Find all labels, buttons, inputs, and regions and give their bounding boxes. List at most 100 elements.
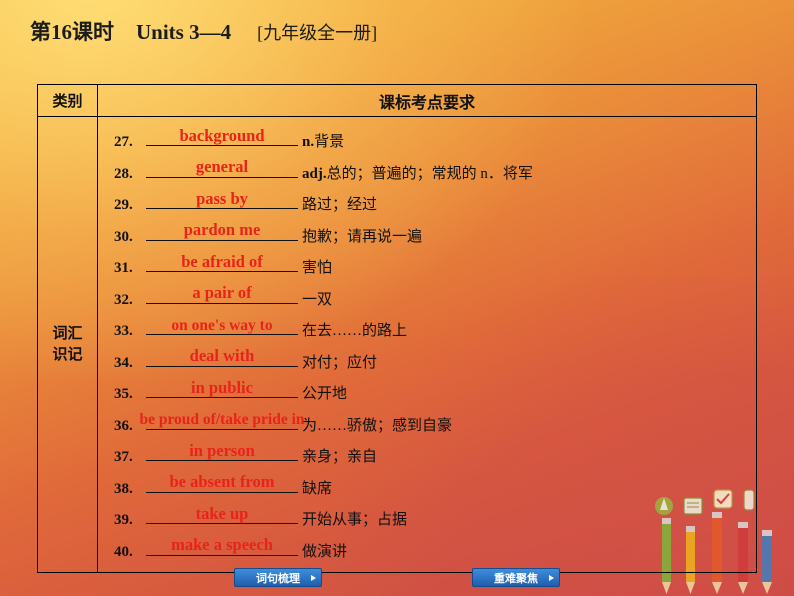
table-row: 38. be absent from 缺席: [98, 472, 756, 504]
row-number: 40.: [114, 543, 133, 560]
answer-text: general: [195, 157, 249, 176]
column-header-requirement: 课标考点要求: [378, 94, 475, 112]
book-label: [九年级全一册]: [257, 23, 378, 43]
row-meaning: 亲身；亲自: [302, 445, 377, 466]
units-title: Units 3—4: [136, 20, 232, 44]
meaning-text: 背景: [314, 134, 345, 150]
table-row: 36. be proud of/take pride in 为……骄傲；感到自豪: [98, 409, 756, 441]
table-row: 30. pardon me 抱歉；请再说一遍: [98, 220, 756, 252]
meaning-text: 在去……的路上: [302, 323, 408, 339]
answer-blank: be afraid of: [146, 251, 298, 272]
table-row: 28. general adj.总的；普遍的；常规的 n．将军: [98, 157, 756, 189]
answer-text: in public: [191, 377, 253, 397]
row-meaning: 做演讲: [302, 540, 347, 561]
meaning-text: 缺席: [302, 480, 333, 497]
table-row: 40. make a speech 做演讲: [98, 535, 756, 567]
meaning-text: 为……骄傲；感到自豪: [302, 417, 453, 434]
answer-blank: background: [146, 125, 298, 146]
table-row: 35. in public 公开地: [98, 377, 756, 409]
row-meaning: 开始从事；占据: [302, 508, 407, 529]
table-row: 29. pass by 路过；经过: [98, 188, 756, 220]
answer-blank: be proud of/take pride in: [139, 409, 305, 430]
entry-list: 27. background n.背景 28. general adj.总的；普…: [98, 117, 756, 572]
row-meaning: 在去……的路上: [302, 319, 407, 340]
answer-blank: on one's way to: [146, 314, 298, 335]
answer-blank: pardon me: [146, 220, 298, 241]
row-number: 38.: [114, 480, 133, 497]
answer-text: be afraid of: [181, 251, 263, 271]
column-header-category: 类别: [38, 85, 98, 116]
part-of-speech: n.: [302, 134, 315, 150]
category-cell: 词汇 识记: [38, 117, 98, 572]
answer-blank: be absent from: [146, 472, 298, 493]
answer-blank: in public: [146, 377, 298, 398]
answer-text: a pair of: [192, 283, 252, 302]
slide-header: 第16课时 Units 3—4 [九年级全一册]: [30, 16, 377, 46]
answer-text: on one's way to: [171, 316, 273, 334]
meaning-text: 公开地: [302, 386, 348, 402]
row-number: 27.: [114, 134, 133, 150]
table-row: 32. a pair of 一双: [98, 283, 756, 315]
table-header-row: 类别 课标考点要求: [38, 85, 756, 117]
meaning-text: 害怕: [302, 260, 333, 276]
vocabulary-table: 类别 课标考点要求 词汇 识记 27. background n.背景 28. …: [37, 84, 757, 573]
row-meaning: 为……骄傲；感到自豪: [302, 414, 452, 435]
meaning-text: 对付；应付: [302, 354, 378, 371]
answer-text: take up: [195, 503, 249, 523]
answer-text: be proud of/take pride in: [139, 411, 305, 428]
arrow-right-icon: [549, 574, 554, 581]
row-meaning: n.背景: [302, 130, 344, 151]
row-meaning: 害怕: [302, 256, 332, 277]
button-key-points[interactable]: 重难聚焦: [472, 568, 560, 587]
answer-blank: make a speech: [146, 535, 298, 556]
meaning-text: 开始从事；占据: [302, 512, 408, 528]
row-number: 32.: [114, 291, 133, 308]
row-number: 35.: [114, 386, 133, 402]
button-label: 词句梳理: [256, 572, 300, 585]
row-meaning: 一双: [302, 288, 332, 309]
meaning-text: 抱歉；请再说一遍: [302, 228, 423, 245]
category-label-line1: 词汇: [52, 326, 83, 343]
table-row: 31. be afraid of 害怕: [98, 251, 756, 283]
answer-blank: pass by: [146, 188, 298, 209]
table-row: 27. background n.背景: [98, 125, 756, 157]
table-body: 词汇 识记 27. background n.背景 28. general ad…: [38, 117, 756, 572]
answer-text: deal with: [189, 346, 255, 365]
answer-text: background: [179, 125, 265, 145]
answer-blank: general: [146, 157, 298, 178]
row-number: 30.: [114, 228, 133, 245]
table-row: 34. deal with 对付；应付: [98, 346, 756, 378]
answer-text: be absent from: [169, 472, 275, 491]
row-number: 37.: [114, 449, 133, 465]
slide: 第16课时 Units 3—4 [九年级全一册] 类别 课标考点要求 词汇 识记…: [0, 0, 794, 596]
meaning-text: 路过；经过: [302, 197, 378, 213]
table-row: 39. take up 开始从事；占据: [98, 503, 756, 535]
navigation-buttons: 词句梳理 重难聚焦: [0, 568, 794, 588]
row-meaning: 对付；应付: [302, 351, 377, 372]
category-label-line2: 识记: [52, 346, 83, 363]
table-row: 33. on one's way to 在去……的路上: [98, 314, 756, 346]
button-vocab-review[interactable]: 词句梳理: [234, 568, 322, 587]
meaning-text: 总的；普遍的；常规的 n．将军: [326, 165, 533, 182]
row-meaning: 抱歉；请再说一遍: [302, 225, 422, 246]
answer-text: in person: [189, 440, 255, 460]
row-number: 39.: [114, 512, 133, 528]
lesson-title: 第16课时: [30, 20, 114, 44]
button-label: 重难聚焦: [494, 572, 538, 585]
row-number: 34.: [114, 354, 133, 371]
answer-blank: a pair of: [146, 283, 298, 304]
meaning-text: 亲身；亲自: [302, 449, 378, 465]
row-number: 31.: [114, 260, 133, 276]
arrow-right-icon: [311, 574, 316, 581]
meaning-text: 做演讲: [302, 543, 348, 560]
row-number: 28.: [114, 165, 133, 182]
answer-text: pardon me: [183, 220, 261, 239]
answer-blank: deal with: [146, 346, 298, 367]
row-meaning: 缺席: [302, 477, 332, 498]
row-meaning: adj.总的；普遍的；常规的 n．将军: [302, 162, 533, 183]
answer-blank: take up: [146, 503, 298, 524]
row-meaning: 路过；经过: [302, 193, 377, 214]
meaning-text: 一双: [302, 291, 333, 308]
row-number: 33.: [114, 323, 133, 339]
answer-text: make a speech: [171, 535, 273, 554]
